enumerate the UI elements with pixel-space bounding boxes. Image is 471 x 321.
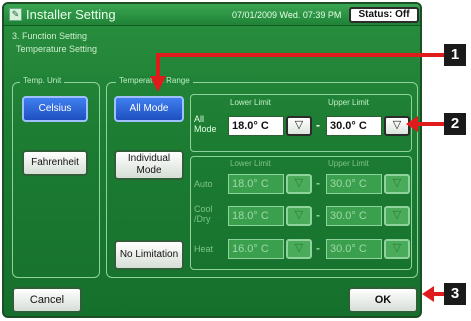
heat-range-dash: - [316, 241, 320, 255]
installer-icon: ✎ [9, 8, 22, 21]
cool-dry-row-label: Cool /Dry [194, 204, 213, 224]
cool-dry-range-dash: - [316, 208, 320, 222]
all-lower-limit-header: Lower Limit [230, 98, 271, 107]
fahrenheit-button[interactable]: Fahrenheit [22, 150, 88, 176]
datetime-display: 07/01/2009 Wed. 07:39 PM [232, 10, 342, 20]
ind-lower-limit-header: Lower Limit [230, 159, 271, 168]
all-range-dash: - [316, 118, 320, 132]
all-mode-button[interactable]: All Mode [114, 96, 184, 122]
breadcrumb-temperature-setting: Temperature Setting [16, 44, 98, 54]
temperature-range-label: Temperature Range [116, 76, 193, 85]
screen-title: Installer Setting [26, 7, 116, 22]
callout-1: 1 [444, 44, 466, 66]
cool-dry-upper-value: 30.0° C [326, 206, 382, 226]
ind-upper-limit-header: Upper Limit [328, 159, 369, 168]
auto-lower-value: 18.0° C [228, 174, 284, 194]
heat-lower-value: 16.0° C [228, 239, 284, 259]
callout-2: 2 [444, 113, 466, 135]
heat-upper-down-button[interactable]: ▽ [384, 239, 410, 259]
status-button[interactable]: Status: Off [349, 7, 419, 23]
auto-lower-down-button[interactable]: ▽ [286, 174, 312, 194]
individual-mode-button[interactable]: Individual Mode [114, 150, 184, 180]
celsius-button[interactable]: Celsius [22, 96, 88, 122]
all-upper-limit-value: 30.0° C [326, 116, 382, 136]
no-limitation-button[interactable]: No Limitation [114, 240, 184, 270]
auto-row-label: Auto [194, 179, 213, 189]
auto-range-dash: - [316, 176, 320, 190]
cool-dry-lower-value: 18.0° C [228, 206, 284, 226]
callout-arrowhead-3 [422, 286, 434, 302]
all-lower-limit-value: 18.0° C [228, 116, 284, 136]
all-lower-down-button[interactable]: ▽ [286, 116, 312, 136]
cancel-button[interactable]: Cancel [12, 287, 82, 313]
installer-setting-screen: ✎ Installer Setting 07/01/2009 Wed. 07:3… [2, 2, 422, 318]
heat-row-label: Heat [194, 244, 214, 254]
breadcrumb-function-setting: 3. Function Setting [12, 31, 88, 41]
heat-lower-down-button[interactable]: ▽ [286, 239, 312, 259]
temp-unit-label: Temp. Unit [20, 76, 65, 85]
heat-upper-value: 30.0° C [326, 239, 382, 259]
all-mode-row-label: All Mode [194, 114, 217, 134]
cool-dry-upper-down-button[interactable]: ▽ [384, 206, 410, 226]
all-upper-limit-header: Upper Limit [328, 98, 369, 107]
ok-button[interactable]: OK [348, 287, 418, 313]
auto-upper-down-button[interactable]: ▽ [384, 174, 410, 194]
auto-upper-value: 30.0° C [326, 174, 382, 194]
all-upper-down-button[interactable]: ▽ [384, 116, 410, 136]
title-bar: ✎ Installer Setting 07/01/2009 Wed. 07:3… [4, 4, 420, 26]
callout-3: 3 [444, 283, 466, 305]
cool-dry-lower-down-button[interactable]: ▽ [286, 206, 312, 226]
